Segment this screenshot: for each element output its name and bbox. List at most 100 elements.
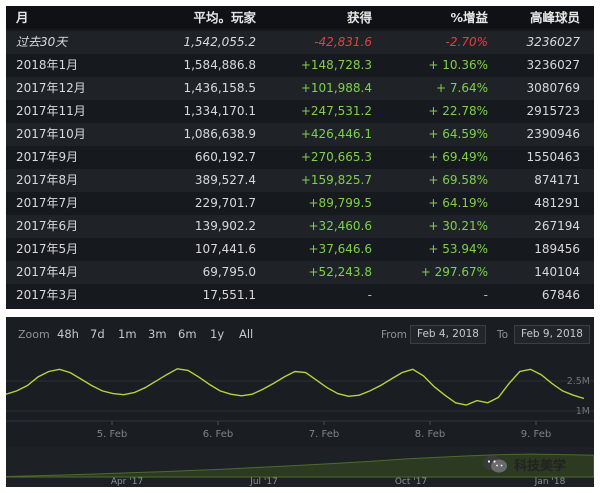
from-label: From xyxy=(381,329,408,341)
zoom-all-button[interactable]: All xyxy=(236,326,256,342)
cell-month: 2017年9月 xyxy=(16,150,79,164)
table-row[interactable]: 2017年7月 229,701.7 +89,799.5 + 64.19% 481291 xyxy=(6,192,594,215)
cell-month: 2018年1月 xyxy=(16,58,79,72)
table-row[interactable]: 2017年5月 107,441.6 +37,646.6 + 53.94% 189456 xyxy=(6,238,594,261)
cell-percent-gain: + 10.36% xyxy=(428,58,488,72)
cell-gain: +101,988.4 xyxy=(300,81,372,95)
table-row[interactable]: 过去30天 1,542,055.2 -42,831.6 -2.70% 3236027 xyxy=(6,31,594,54)
cell-avg-players: 107,441.6 xyxy=(194,242,256,256)
series-line[interactable] xyxy=(6,368,585,406)
cell-month: 2017年4月 xyxy=(16,265,79,279)
cell-peak-players: 874171 xyxy=(534,173,580,187)
cell-peak-players: 189456 xyxy=(534,242,580,256)
zoom-label: Zoom xyxy=(18,328,50,341)
table-row[interactable]: 2017年12月 1,436,158.5 +101,988.4 + 7.64% 3080… xyxy=(6,77,594,100)
x-tick-label: 5. Feb xyxy=(97,429,127,440)
cell-avg-players: 1,086,638.9 xyxy=(183,127,256,141)
cell-percent-gain: + 64.59% xyxy=(428,127,488,141)
cell-gain: +159,825.7 xyxy=(300,173,372,187)
x-tick-label: 8. Feb xyxy=(415,429,445,440)
cell-avg-players: 17,551.1 xyxy=(202,288,256,302)
zoom-3m-button[interactable]: 3m xyxy=(145,326,170,342)
cell-month: 2017年12月 xyxy=(16,81,86,95)
zoom-48h-button[interactable]: 48h xyxy=(54,326,82,342)
cell-percent-gain: + 64.19% xyxy=(428,196,488,210)
wechat-icon xyxy=(483,455,507,473)
table-row[interactable]: 2017年10月 1,086,638.9 +426,446.1 + 64.59% 239… xyxy=(6,123,594,146)
cell-gain: +148,728.3 xyxy=(300,58,372,72)
cell-percent-gain: + 7.64% xyxy=(436,81,488,95)
cell-peak-players: 267194 xyxy=(534,219,580,233)
to-date-input[interactable]: Feb 9, 2018 xyxy=(514,325,590,344)
table-row[interactable]: 2017年6月 139,902.2 +32,460.6 + 30.21% 267194 xyxy=(6,215,594,238)
chart-plot-area[interactable]: 2.5M 1M 5. Feb 6. Feb 7. Feb 8. Feb 9. Feb xyxy=(6,357,594,445)
cell-month: 2017年5月 xyxy=(16,242,79,256)
cell-gain: +32,460.6 xyxy=(308,219,373,233)
cell-month: 2017年11月 xyxy=(16,104,86,118)
header-month[interactable]: 月 xyxy=(16,6,29,29)
table-row[interactable]: 2018年1月 1,584,886.8 +148,728.3 + 10.36% 3236… xyxy=(6,54,594,77)
cell-month: 过去30天 xyxy=(16,35,68,49)
cell-avg-players: 1,542,055.2 xyxy=(183,35,256,49)
table-row[interactable]: 2017年9月 660,192.7 +270,665.3 + 69.49% 155046… xyxy=(6,146,594,169)
watermark-text: 科技美学 xyxy=(514,458,567,474)
navigator-tick-label: Jul '17 xyxy=(249,477,278,487)
x-tick-label: 6. Feb xyxy=(203,429,233,440)
y-label-upper: 2.5M xyxy=(567,376,590,387)
cell-gain: +89,799.5 xyxy=(308,196,373,210)
cell-avg-players: 389,527.4 xyxy=(194,173,256,187)
cell-peak-players: 3236027 xyxy=(526,35,580,49)
cell-gain: +37,646.6 xyxy=(308,242,373,256)
zoom-1y-button[interactable]: 1y xyxy=(207,326,227,342)
cell-peak-players: 140104 xyxy=(534,265,580,279)
cell-peak-players: 2915723 xyxy=(526,104,580,118)
cell-month: 2017年6月 xyxy=(16,219,79,233)
cell-gain: - xyxy=(367,288,372,302)
cell-gain: +247,531.2 xyxy=(300,104,372,118)
x-tick-label: 9. Feb xyxy=(521,429,551,440)
player-stats-table: 月 平均。玩家 获得 %增益 高峰球员 过去30天 1,542,055.2 -42,… xyxy=(6,6,594,309)
navigator-tick-label: Oct '17 xyxy=(395,477,427,487)
watermark: 科技美学 xyxy=(482,452,566,476)
cell-peak-players: 3080769 xyxy=(526,81,580,95)
cell-avg-players: 1,436,158.5 xyxy=(183,81,256,95)
cell-month: 2017年10月 xyxy=(16,127,86,141)
cell-gain: +52,243.8 xyxy=(308,265,373,279)
table-row[interactable]: 2017年4月 69,795.0 +52,243.8 + 297.67% 140104 xyxy=(6,261,594,284)
cell-peak-players: 2390946 xyxy=(526,127,580,141)
cell-percent-gain: -2.70% xyxy=(445,35,488,49)
header-avg-players[interactable]: 平均。玩家 xyxy=(193,6,256,29)
cell-percent-gain: + 69.49% xyxy=(428,150,488,164)
cell-percent-gain: + 30.21% xyxy=(428,219,488,233)
cell-month: 2017年3月 xyxy=(16,288,79,302)
table-row[interactable]: 2017年8月 389,527.4 +159,825.7 + 69.58% 874171 xyxy=(6,169,594,192)
zoom-1m-button[interactable]: 1m xyxy=(115,326,140,342)
header-peak-players[interactable]: 高峰球员 xyxy=(530,6,580,29)
cell-avg-players: 660,192.7 xyxy=(194,150,256,164)
cell-percent-gain: - xyxy=(483,288,488,302)
header-gain[interactable]: 获得 xyxy=(347,6,372,29)
y-label-lower: 1M xyxy=(576,406,590,417)
navigator-tick-label: Apr '17 xyxy=(111,477,143,487)
cell-month: 2017年7月 xyxy=(16,196,79,210)
zoom-7d-button[interactable]: 7d xyxy=(87,326,108,342)
navigator-tick-label: Jan '18 xyxy=(534,477,566,487)
from-date-input[interactable]: Feb 4, 2018 xyxy=(410,325,486,344)
cell-avg-players: 1,334,170.1 xyxy=(183,104,256,118)
cell-gain: -42,831.6 xyxy=(314,35,372,49)
to-label: To xyxy=(497,329,509,341)
cell-percent-gain: + 69.58% xyxy=(428,173,488,187)
cell-avg-players: 69,795.0 xyxy=(202,265,256,279)
x-tick-label: 7. Feb xyxy=(309,429,339,440)
header-percent-gain[interactable]: %增益 xyxy=(450,6,488,29)
cell-percent-gain: + 53.94% xyxy=(428,242,488,256)
x-axis-ticks: 5. Feb 6. Feb 7. Feb 8. Feb 9. Feb xyxy=(97,421,551,440)
table-row[interactable]: 2017年11月 1,334,170.1 +247,531.2 + 22.78% 291… xyxy=(6,100,594,123)
cell-percent-gain: + 22.78% xyxy=(428,104,488,118)
cell-peak-players: 481291 xyxy=(534,196,580,210)
cell-month: 2017年8月 xyxy=(16,173,79,187)
zoom-toolbar: Zoom 48h 7d 1m 3m 6m 1y All From Feb 4, … xyxy=(6,317,594,353)
cell-peak-players: 67846 xyxy=(541,288,580,302)
table-row[interactable]: 2017年3月 17,551.1 - - 67846 xyxy=(6,284,594,307)
zoom-6m-button[interactable]: 6m xyxy=(175,326,200,342)
